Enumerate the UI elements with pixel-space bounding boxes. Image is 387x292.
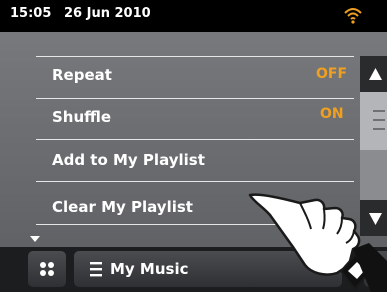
wifi-icon <box>344 8 362 24</box>
menu-list-icon <box>90 262 102 277</box>
grip-line <box>373 128 385 130</box>
shuffle-value: ON <box>320 106 344 122</box>
more-items-indicator <box>30 236 40 242</box>
menu-item-label: Repeat <box>52 66 112 84</box>
arrow-up-icon <box>369 68 382 80</box>
device-screen: 15:05 26 Jun 2010 Repeat OFF Shuffle ON … <box>0 0 387 292</box>
screen-title: My Music <box>110 260 189 278</box>
status-time: 15:05 <box>10 6 52 21</box>
scroll-up-button[interactable] <box>360 56 387 92</box>
grip-line <box>373 110 385 112</box>
menu-item-label: Shuffle <box>52 108 112 126</box>
grid-home-icon <box>40 262 54 276</box>
status-bar: 15:05 26 Jun 2010 <box>0 0 387 32</box>
grip-line <box>373 119 385 121</box>
scrollbar-thumb[interactable] <box>360 92 387 150</box>
menu-item-label: Clear My Playlist <box>52 198 193 216</box>
menu-item-label: Add to My Playlist <box>52 151 205 169</box>
repeat-value: OFF <box>316 66 348 82</box>
status-date: 26 Jun 2010 <box>64 6 151 21</box>
pointing-hand-icon <box>248 193 387 292</box>
home-button[interactable] <box>28 251 66 287</box>
